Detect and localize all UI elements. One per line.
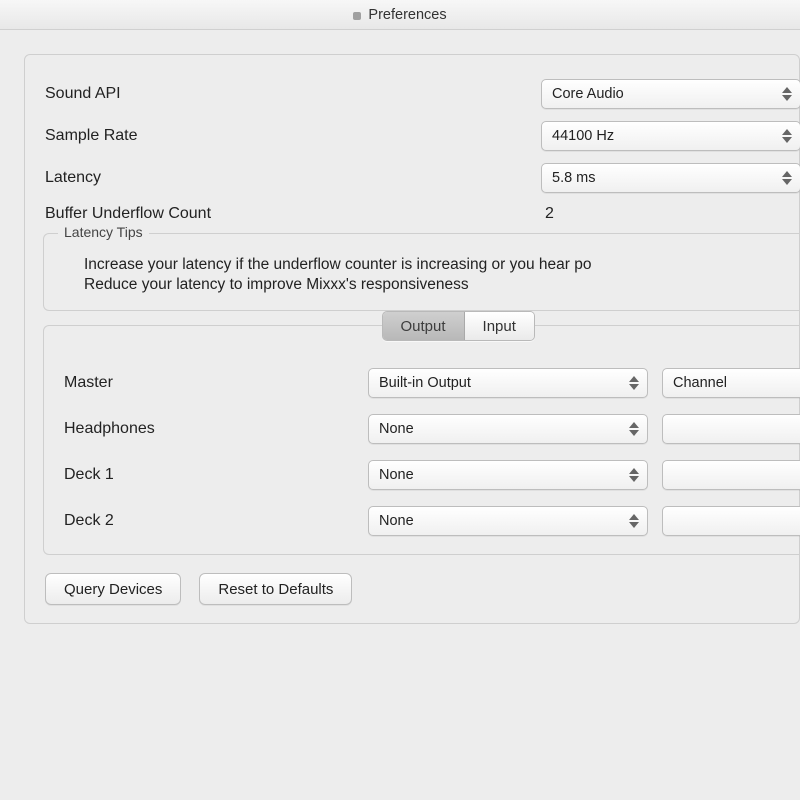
- underflow-value: 2: [541, 205, 554, 222]
- deck2-channel-select[interactable]: [662, 506, 800, 536]
- io-tabs: Output Input: [382, 311, 535, 341]
- deck1-device-select[interactable]: None: [368, 460, 648, 490]
- latency-tip-2: Reduce your latency to improve Mixxx's r…: [84, 276, 791, 294]
- deck1-label: Deck 1: [64, 466, 354, 484]
- headphones-label: Headphones: [64, 420, 354, 438]
- latency-label: Latency: [45, 169, 525, 187]
- sound-settings-panel: Sound API Core Audio Sample Rate: [24, 54, 800, 624]
- window-title: Preferences: [368, 7, 446, 23]
- preferences-window: Preferences Sound API Core Audio: [0, 0, 800, 800]
- latency-tips-group: Latency Tips Increase your latency if th…: [43, 233, 799, 311]
- master-label: Master: [64, 374, 354, 392]
- sample-rate-label: Sample Rate: [45, 127, 525, 145]
- latency-tips-legend: Latency Tips: [58, 224, 149, 240]
- latency-select-wrap: 5.8 ms: [541, 163, 800, 193]
- master-device-select[interactable]: Built-in Output: [368, 368, 648, 398]
- sound-api-label: Sound API: [45, 85, 525, 103]
- deck2-label: Deck 2: [64, 512, 354, 530]
- query-devices-button[interactable]: Query Devices: [45, 573, 181, 605]
- deck1-channel-select[interactable]: [662, 460, 800, 490]
- sound-api-select[interactable]: Core Audio: [541, 79, 800, 109]
- io-group: Output Input Master Built-in Output: [43, 325, 799, 555]
- sound-api-select-wrap: Core Audio: [541, 79, 800, 109]
- titlebar-dot-icon: [353, 12, 361, 20]
- tab-output[interactable]: Output: [383, 312, 465, 340]
- headphones-channel-select[interactable]: [662, 414, 800, 444]
- tab-input[interactable]: Input: [465, 312, 534, 340]
- titlebar: Preferences: [0, 0, 800, 30]
- latency-select[interactable]: 5.8 ms: [541, 163, 800, 193]
- body: Sound API Core Audio Sample Rate: [0, 30, 800, 648]
- latency-tip-1: Increase your latency if the underflow c…: [84, 256, 791, 274]
- sample-rate-select-wrap: 44100 Hz: [541, 121, 800, 151]
- sample-rate-select[interactable]: 44100 Hz: [541, 121, 800, 151]
- deck2-device-select[interactable]: None: [368, 506, 648, 536]
- underflow-label: Buffer Underflow Count: [45, 205, 525, 223]
- reset-defaults-button[interactable]: Reset to Defaults: [199, 573, 352, 605]
- headphones-device-select[interactable]: None: [368, 414, 648, 444]
- master-channel-select[interactable]: Channel: [662, 368, 800, 398]
